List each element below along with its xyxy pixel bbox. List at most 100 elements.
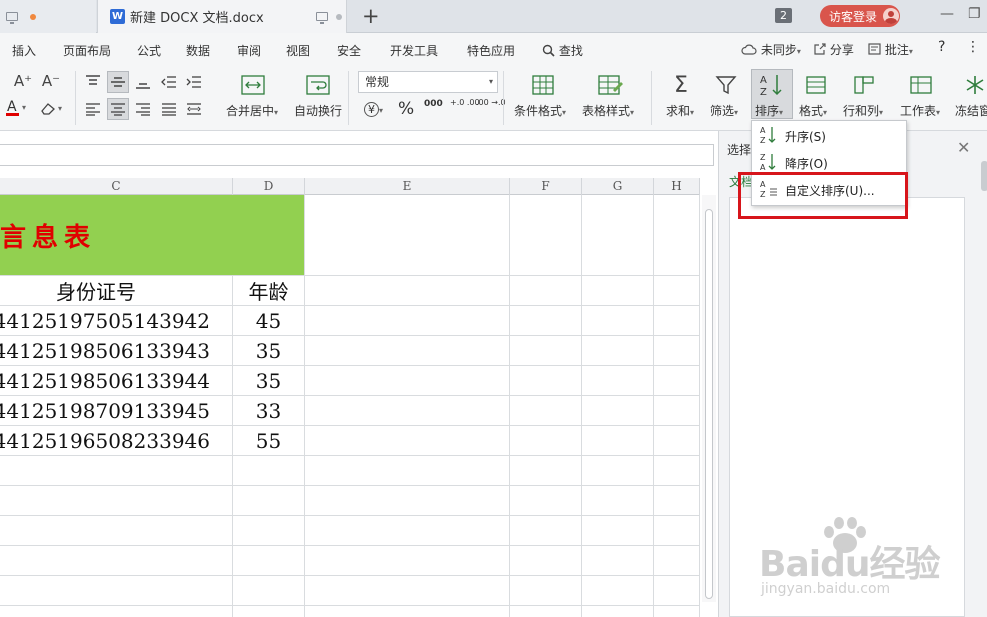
restore-icon[interactable]: ❐: [968, 6, 981, 22]
tab-docx[interactable]: W 新建 DOCX 文档.docx: [97, 0, 347, 33]
share-button[interactable]: 分享: [814, 41, 854, 58]
cell[interactable]: [0, 486, 233, 516]
scroll-thumb[interactable]: [705, 209, 713, 599]
filter-button[interactable]: 筛选▾: [710, 102, 738, 119]
cell[interactable]: [305, 306, 510, 336]
cell[interactable]: [305, 336, 510, 366]
cell[interactable]: [305, 396, 510, 426]
thousands-separator-icon[interactable]: 000: [424, 99, 443, 109]
cell[interactable]: [510, 195, 582, 276]
cell[interactable]: [582, 276, 654, 306]
cell[interactable]: [305, 366, 510, 396]
column-header-d[interactable]: D: [233, 178, 305, 195]
sum-icon[interactable]: Σ: [668, 71, 694, 99]
cell[interactable]: [305, 606, 510, 617]
align-top-icon[interactable]: [82, 71, 104, 93]
menu-insert[interactable]: 插入: [12, 42, 36, 59]
cell[interactable]: [654, 306, 700, 336]
menu-data[interactable]: 数据: [186, 42, 210, 59]
cell[interactable]: [305, 546, 510, 576]
menu-page-layout[interactable]: 页面布局: [63, 42, 111, 59]
age-cell[interactable]: 45: [233, 306, 305, 336]
cell[interactable]: [510, 426, 582, 456]
vertical-scrollbar[interactable]: [702, 195, 716, 602]
clear-format-button[interactable]: ▾: [38, 97, 68, 119]
cell[interactable]: [654, 516, 700, 546]
id-cell[interactable]: 344125197505143942: [0, 306, 233, 336]
format-button[interactable]: 格式▾: [799, 102, 827, 119]
page-count-badge[interactable]: 2: [775, 8, 792, 23]
cell[interactable]: [654, 276, 700, 306]
cell[interactable]: [582, 426, 654, 456]
cell[interactable]: [582, 195, 654, 276]
cell[interactable]: [654, 546, 700, 576]
cell[interactable]: [233, 576, 305, 606]
tab-workbook[interactable]: [0, 0, 96, 33]
table-style-icon[interactable]: [596, 71, 624, 99]
cell[interactable]: [654, 195, 700, 276]
menu-special[interactable]: 特色应用: [467, 42, 515, 59]
cell[interactable]: [510, 576, 582, 606]
distributed-align-icon[interactable]: [183, 98, 205, 120]
cell[interactable]: [654, 426, 700, 456]
number-format-select[interactable]: 常规 ▾: [358, 71, 498, 93]
decrease-decimal-icon[interactable]: .00 →.0: [476, 98, 506, 107]
sort-icon[interactable]: AZ: [758, 71, 786, 99]
justify-icon[interactable]: [158, 98, 180, 120]
menu-find[interactable]: 查找: [542, 42, 583, 59]
cell[interactable]: [582, 516, 654, 546]
cell[interactable]: [0, 546, 233, 576]
menu-formula[interactable]: 公式: [137, 42, 161, 59]
cell[interactable]: [305, 276, 510, 306]
age-cell[interactable]: 35: [233, 366, 305, 396]
increase-decimal-icon[interactable]: +.0 .00: [450, 98, 480, 107]
worksheet-icon[interactable]: [907, 71, 935, 99]
cell[interactable]: [510, 276, 582, 306]
cell[interactable]: [305, 576, 510, 606]
menu-review[interactable]: 审阅: [237, 42, 261, 59]
font-shrink-icon[interactable]: A⁻: [40, 71, 62, 91]
merge-center-icon[interactable]: [236, 71, 270, 99]
cell[interactable]: [510, 516, 582, 546]
menu-view[interactable]: 视图: [286, 42, 310, 59]
currency-button[interactable]: ¥ ▾: [364, 101, 383, 117]
conditional-format-icon[interactable]: [529, 71, 557, 99]
cell[interactable]: [0, 606, 233, 617]
cell[interactable]: [233, 606, 305, 617]
cell[interactable]: [0, 576, 233, 606]
close-icon[interactable]: ✕: [957, 138, 970, 157]
menu-security[interactable]: 安全: [337, 42, 361, 59]
cell[interactable]: [305, 516, 510, 546]
cell[interactable]: [510, 366, 582, 396]
wrap-text-icon[interactable]: [303, 71, 333, 99]
column-header-f[interactable]: F: [510, 178, 582, 195]
cell[interactable]: [305, 486, 510, 516]
cell[interactable]: [582, 456, 654, 486]
comment-button[interactable]: 批注▾: [868, 41, 913, 58]
cell[interactable]: [0, 516, 233, 546]
column-header-g[interactable]: G: [582, 178, 654, 195]
row-column-button[interactable]: 行和列▾: [843, 102, 883, 119]
cell[interactable]: [582, 546, 654, 576]
align-center-icon[interactable]: [107, 98, 129, 120]
header-id-cell[interactable]: 身份证号: [0, 276, 233, 306]
outdent-icon[interactable]: [158, 71, 180, 93]
align-right-icon[interactable]: [132, 98, 154, 120]
cell[interactable]: [582, 486, 654, 516]
cell[interactable]: [654, 486, 700, 516]
cell[interactable]: [510, 336, 582, 366]
age-cell[interactable]: 55: [233, 426, 305, 456]
new-tab-button[interactable]: +: [362, 4, 380, 28]
cell[interactable]: [233, 486, 305, 516]
table-style-button[interactable]: 表格样式▾: [582, 102, 634, 119]
sync-status[interactable]: 未同步▾: [741, 41, 801, 58]
cell[interactable]: [654, 366, 700, 396]
freeze-button[interactable]: 冻结窗: [955, 102, 987, 119]
cell[interactable]: [510, 396, 582, 426]
cell[interactable]: [654, 576, 700, 606]
font-color-button[interactable]: A ▾: [2, 97, 32, 119]
cell[interactable]: [654, 606, 700, 617]
align-bottom-icon[interactable]: [132, 71, 154, 93]
id-cell[interactable]: 344125198709133945: [0, 396, 233, 426]
cell[interactable]: [0, 456, 233, 486]
